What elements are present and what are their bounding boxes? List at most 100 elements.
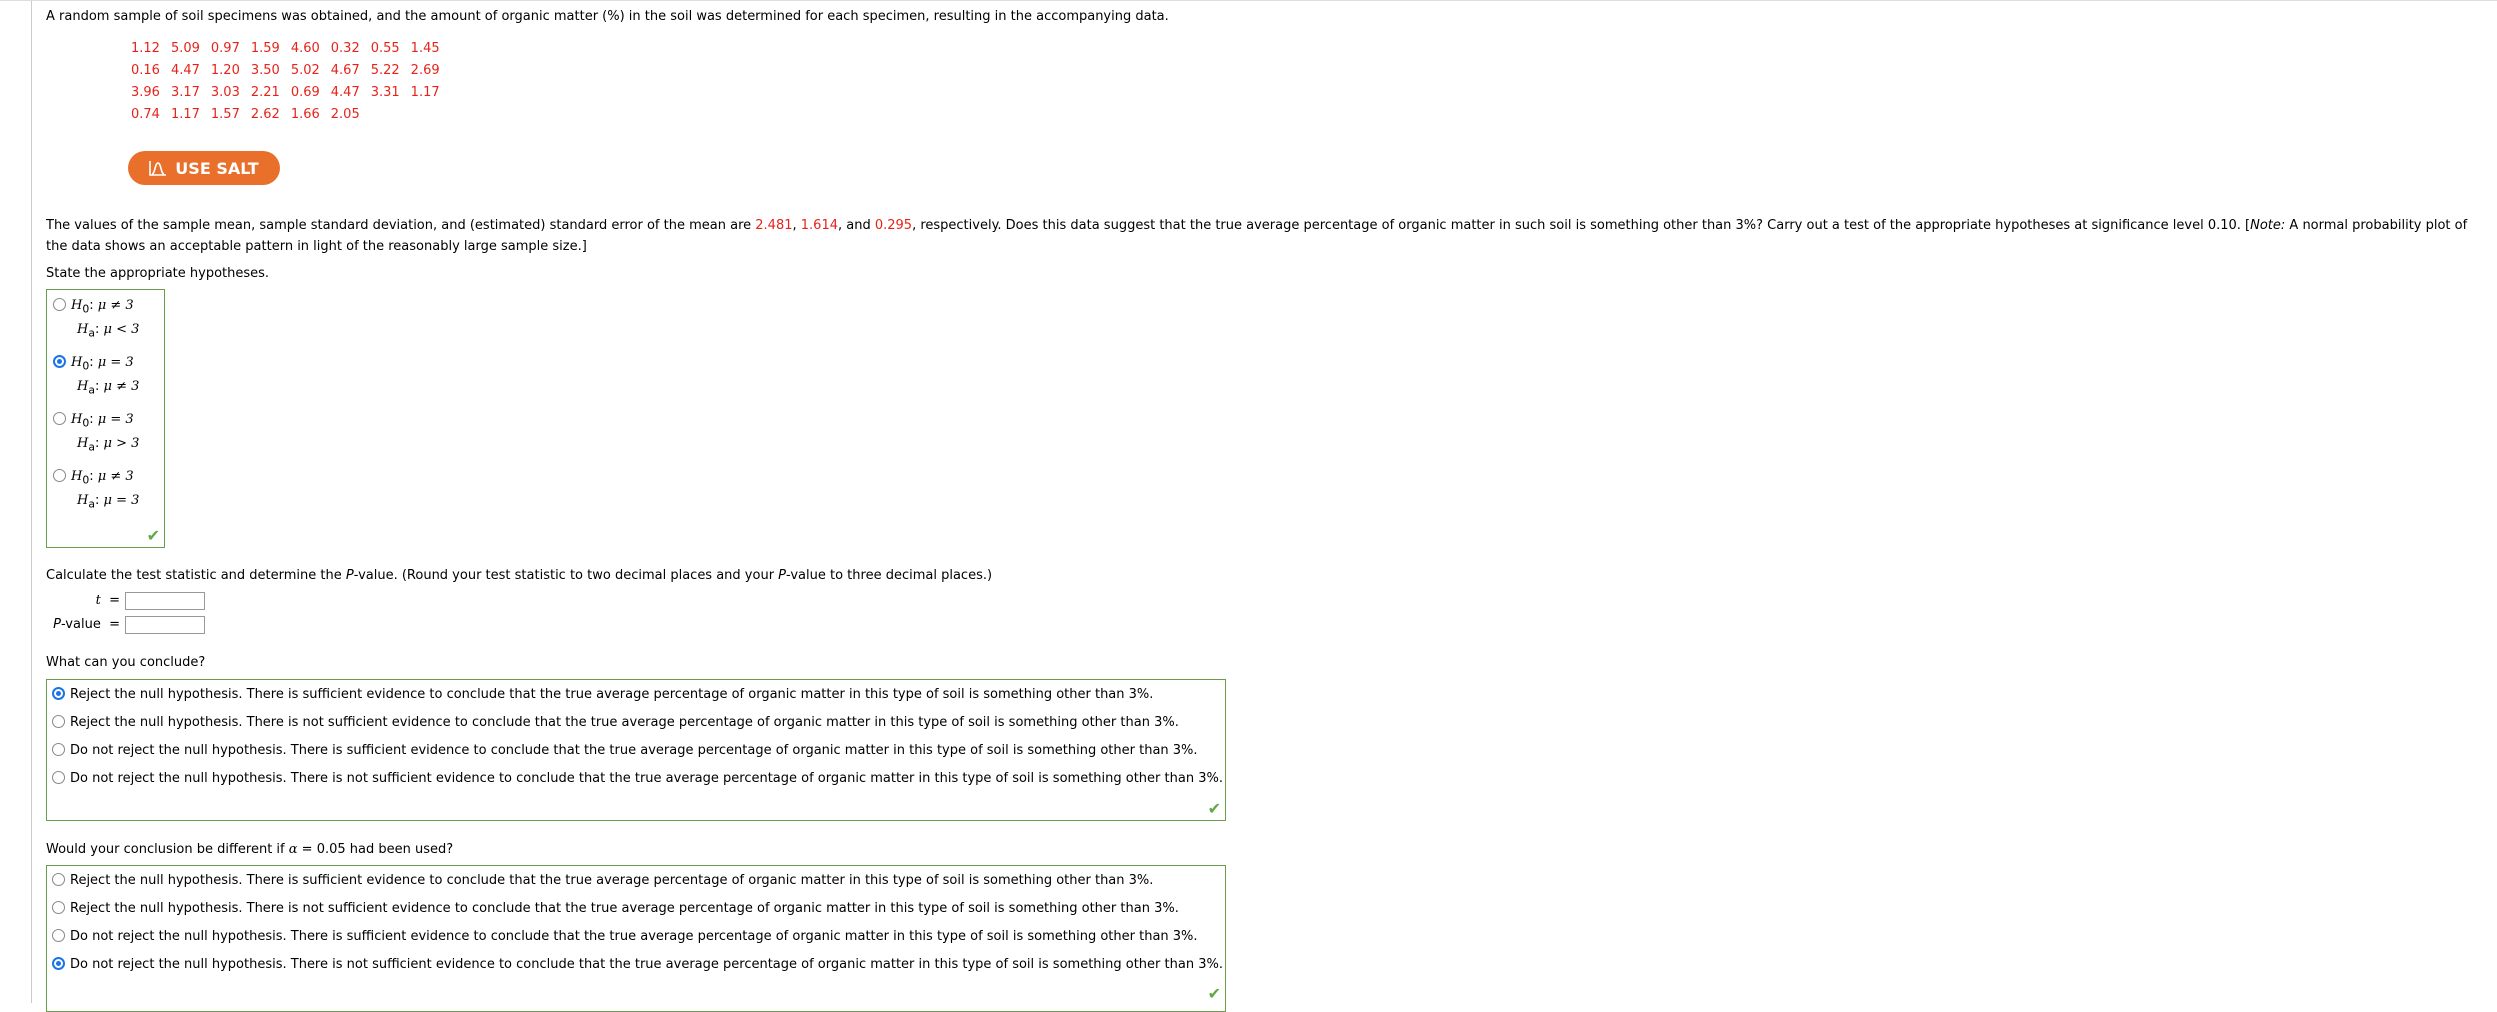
alpha-option-text: Reject the null hypothesis. There is not… — [70, 901, 1179, 916]
data-cell: 1.20 — [210, 63, 240, 78]
hypothesis-option[interactable]: H0: μ = 3 Ha: μ > 3 — [53, 408, 139, 456]
alpha-option-text: Do not reject the null hypothesis. There… — [70, 929, 1198, 944]
alpha-prompt-pre: Would your conclusion be different if — [46, 842, 289, 857]
data-cell: 5.22 — [370, 63, 400, 78]
data-cell: 4.47 — [330, 85, 360, 100]
hypothesis-radio-2[interactable] — [53, 355, 66, 368]
conclude-prompt: What can you conclude? — [46, 655, 206, 670]
hypothesis-option[interactable]: H0: μ ≠ 3 Ha: μ < 3 — [53, 294, 139, 342]
alpha-option[interactable]: Do not reject the null hypothesis. There… — [52, 955, 1223, 975]
data-cell: 0.74 — [131, 107, 160, 122]
data-row: 0.16 4.47 1.20 3.50 5.02 4.67 5.22 2.69 — [131, 60, 451, 82]
ha-text: μ < 3 — [103, 322, 140, 337]
alpha-radio-4[interactable] — [52, 957, 65, 970]
conclusion-option[interactable]: Do not reject the null hypothesis. There… — [52, 741, 1198, 761]
data-cell: 5.02 — [290, 63, 320, 78]
stats-text-pre: The values of the sample mean, sample st… — [46, 218, 756, 233]
conclusion-option[interactable]: Do not reject the null hypothesis. There… — [52, 769, 1223, 789]
h0-text: μ ≠ 3 — [97, 298, 134, 313]
p-italic: P — [345, 568, 354, 583]
alpha-answer-box: Reject the null hypothesis. There is suf… — [46, 865, 1226, 1012]
data-cell: 0.16 — [131, 63, 160, 78]
data-cell: 2.62 — [250, 107, 280, 122]
hypotheses-prompt: State the appropriate hypotheses. — [46, 266, 270, 281]
data-cell: 0.32 — [330, 41, 360, 56]
stats-text-post: , respectively. Does this data suggest t… — [912, 218, 2251, 233]
conclusion-radio-4[interactable] — [52, 771, 65, 784]
alpha-option-text: Do not reject the null hypothesis. There… — [70, 957, 1223, 972]
p-value-row: P-value = — [0, 614, 205, 636]
t-stat-input[interactable] — [125, 591, 205, 610]
data-cell: 3.17 — [170, 85, 200, 100]
alpha-radio-3[interactable] — [52, 929, 65, 942]
hypothesis-radio-4[interactable] — [53, 469, 66, 482]
data-cell: 3.03 — [210, 85, 240, 100]
note-label: Note: — [2250, 218, 2286, 233]
data-cell: 0.55 — [370, 41, 400, 56]
correct-check-icon: ✔ — [146, 526, 160, 545]
data-cell: 1.57 — [210, 107, 240, 122]
data-cell: 1.12 — [131, 41, 160, 56]
top-border — [0, 0, 2497, 1]
alpha-option[interactable]: Do not reject the null hypothesis. There… — [52, 927, 1198, 947]
p-value-label: P-value = — [53, 617, 120, 632]
data-row: 0.74 1.17 1.57 2.62 1.66 2.05 — [131, 104, 451, 126]
stats-sep: , — [792, 218, 801, 233]
alpha-radio-2[interactable] — [52, 901, 65, 914]
alpha-option[interactable]: Reject the null hypothesis. There is not… — [52, 899, 1179, 919]
data-table: 1.12 5.09 0.97 1.59 4.60 0.32 0.55 1.45 0.16 4.4… — [131, 38, 451, 126]
conclusion-option-text: Reject the null hypothesis. There is suf… — [70, 687, 1154, 702]
data-cell: 1.17 — [170, 107, 200, 122]
h0-text: μ = 3 — [97, 412, 134, 427]
conclusion-radio-3[interactable] — [52, 743, 65, 756]
data-cell: 0.97 — [210, 41, 240, 56]
conclusion-radio-1[interactable] — [52, 687, 65, 700]
data-cell: 3.31 — [370, 85, 400, 100]
data-cell: 4.60 — [290, 41, 320, 56]
data-cell: 1.17 — [410, 85, 440, 100]
calc-prompt-post: -value to three decimal places.) — [786, 568, 993, 583]
stats-text: The values of the sample mean, sample st… — [46, 215, 2476, 257]
data-cell: 3.96 — [131, 85, 160, 100]
conclusion-answer-box: Reject the null hypothesis. There is suf… — [46, 679, 1226, 821]
stats-sep: , and — [837, 218, 875, 233]
hypothesis-option[interactable]: H0: μ = 3 Ha: μ ≠ 3 — [53, 351, 139, 399]
data-cell: 2.21 — [250, 85, 280, 100]
use-salt-label: USE SALT — [175, 158, 259, 178]
conclusion-option[interactable]: Reject the null hypothesis. There is suf… — [52, 685, 1153, 705]
conclusion-option-text: Do not reject the null hypothesis. There… — [70, 771, 1223, 786]
alpha-option[interactable]: Reject the null hypothesis. There is suf… — [52, 871, 1153, 891]
sample-mean-value: 2.481 — [755, 218, 793, 233]
data-row: 1.12 5.09 0.97 1.59 4.60 0.32 0.55 1.45 — [131, 38, 451, 60]
correct-check-icon: ✔ — [1207, 984, 1221, 1003]
data-cell: 1.45 — [410, 41, 440, 56]
alpha-option-text: Reject the null hypothesis. There is suf… — [70, 873, 1154, 888]
distribution-curve-icon — [149, 161, 167, 176]
data-cell: 0.69 — [290, 85, 320, 100]
h0-text: μ ≠ 3 — [97, 469, 134, 484]
p-value-input[interactable] — [125, 615, 205, 634]
hypothesis-radio-3[interactable] — [53, 412, 66, 425]
ha-text: μ = 3 — [103, 493, 140, 508]
hypothesis-option[interactable]: H0: μ ≠ 3 Ha: μ = 3 — [53, 465, 139, 513]
data-cell: 1.59 — [250, 41, 280, 56]
standard-error-value: 0.295 — [874, 218, 913, 233]
hypothesis-radio-1[interactable] — [53, 298, 66, 311]
intro-text: A random sample of soil specimens was ob… — [46, 9, 1169, 24]
alpha-prompt: Would your conclusion be different if α … — [46, 839, 453, 860]
calc-prompt-mid: -value. (Round your test statistic to tw… — [353, 568, 779, 583]
alpha-radio-1[interactable] — [52, 873, 65, 886]
data-cell: 3.50 — [250, 63, 280, 78]
data-cell: 4.67 — [330, 63, 360, 78]
conclusion-option[interactable]: Reject the null hypothesis. There is not… — [52, 713, 1179, 733]
conclusion-option-text: Reject the null hypothesis. There is not… — [70, 715, 1179, 730]
hypotheses-answer-box: H0: μ ≠ 3 Ha: μ < 3 H0: μ = 3 Ha: μ ≠ 3 … — [46, 289, 165, 548]
calc-prompt: Calculate the test statistic and determi… — [46, 565, 992, 586]
data-cell: 4.47 — [170, 63, 200, 78]
data-row: 3.96 3.17 3.03 2.21 0.69 4.47 3.31 1.17 — [131, 82, 451, 104]
use-salt-button[interactable]: USE SALT — [128, 151, 280, 185]
conclusion-radio-2[interactable] — [52, 715, 65, 728]
conclusion-option-text: Do not reject the null hypothesis. There… — [70, 743, 1198, 758]
left-rule — [31, 1, 32, 1003]
alpha-prompt-post: = 0.05 had been used? — [297, 842, 454, 857]
